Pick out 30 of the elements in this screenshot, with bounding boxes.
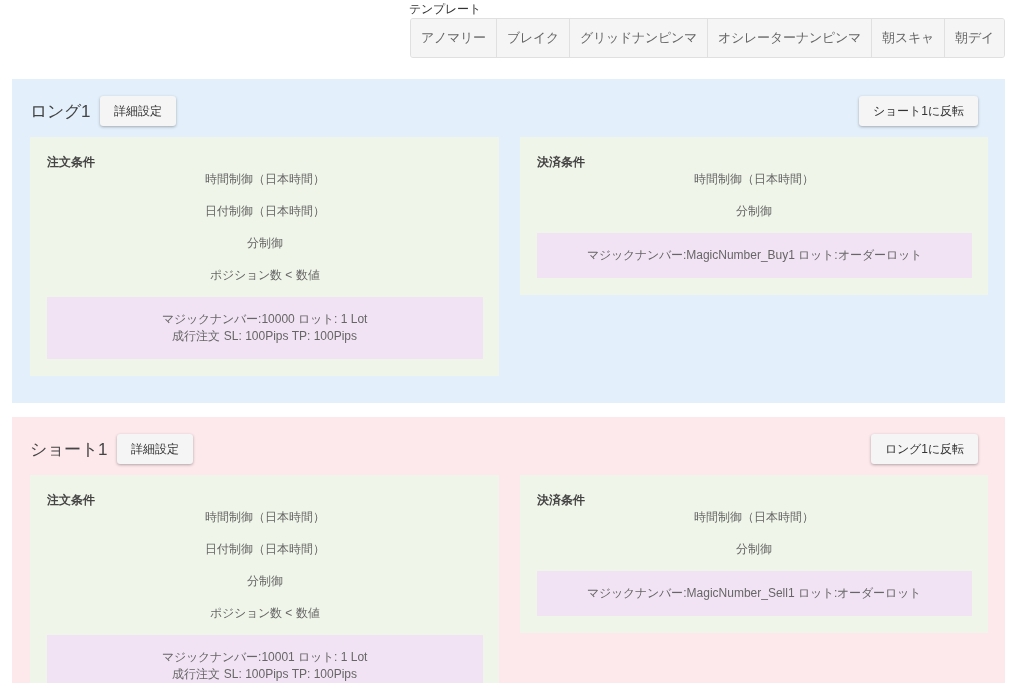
condition-item[interactable]: 時間制御（日本時間）	[694, 507, 815, 527]
reverse-button[interactable]: ロング1に反転	[871, 434, 978, 464]
strategy-title: ロング1	[30, 100, 91, 123]
order-detail-text: 成行注文 SL: 100Pips TP: 100Pips	[172, 328, 357, 345]
template-button[interactable]: 朝デイ	[944, 19, 1004, 57]
order-detail-text: マジックナンバー:10000 ロット: 1 Lot	[162, 311, 368, 328]
strategy-title: ショート1	[30, 438, 108, 461]
settings-button[interactable]: 詳細設定	[100, 96, 177, 126]
order-detail-text: マジックナンバー:10001 ロット: 1 Lot	[162, 649, 368, 666]
card-title: 注文条件	[47, 493, 96, 507]
condition-item[interactable]: 時間制御（日本時間）	[694, 169, 815, 189]
condition-item[interactable]: 分制御	[246, 233, 283, 253]
condition-item[interactable]: 分制御	[246, 571, 283, 591]
card-title: 注文条件	[47, 155, 96, 169]
reverse-button[interactable]: ショート1に反転	[859, 96, 978, 126]
condition-item[interactable]: ポジション数 < 数値	[209, 603, 320, 623]
condition-item[interactable]: 分制御	[736, 201, 773, 221]
card-title: 決済条件	[536, 493, 586, 507]
order-detail-text: 成行注文 SL: 100Pips TP: 100Pips	[172, 666, 357, 683]
settings-button[interactable]: 詳細設定	[117, 434, 194, 464]
condition-item[interactable]: 分制御	[736, 539, 773, 559]
condition-item[interactable]: 日付制御（日本時間）	[204, 201, 325, 221]
order-detail-text: マジックナンバー:MagicNumber_Buy1 ロット:オーダーロット	[586, 247, 922, 264]
condition-item[interactable]: 日付制御（日本時間）	[204, 539, 325, 559]
condition-item[interactable]: 時間制御（日本時間）	[204, 507, 325, 527]
condition-item[interactable]: 時間制御（日本時間）	[204, 169, 325, 189]
order-detail-text: マジックナンバー:MagicNumber_Sell1 ロット:オーダーロット	[587, 585, 922, 602]
condition-item[interactable]: ポジション数 < 数値	[209, 265, 320, 285]
card-title: 決済条件	[536, 155, 586, 169]
template-label: テンプレート	[409, 2, 481, 17]
